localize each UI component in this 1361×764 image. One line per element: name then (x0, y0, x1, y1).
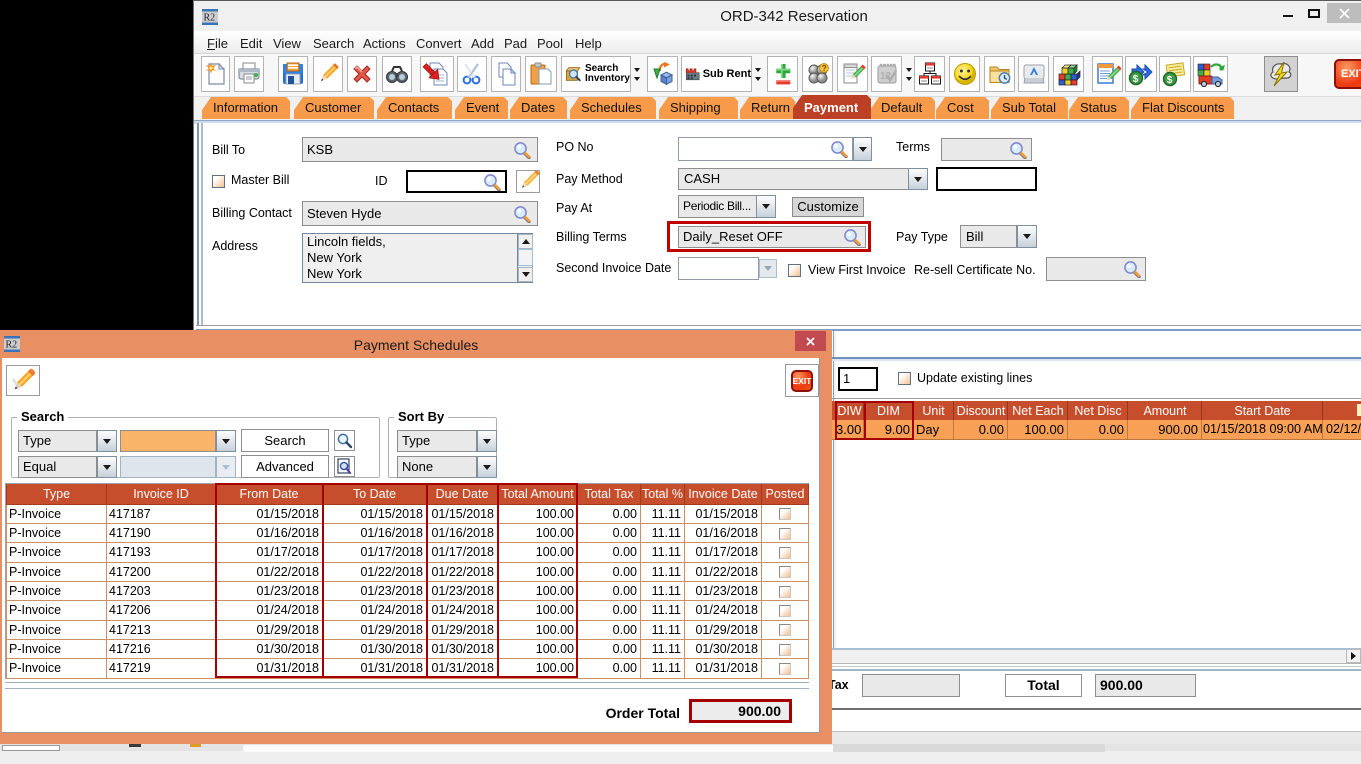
svg-text:$: $ (1167, 75, 1173, 86)
svg-text:?: ? (821, 64, 826, 73)
svg-text:$: $ (1133, 74, 1139, 85)
